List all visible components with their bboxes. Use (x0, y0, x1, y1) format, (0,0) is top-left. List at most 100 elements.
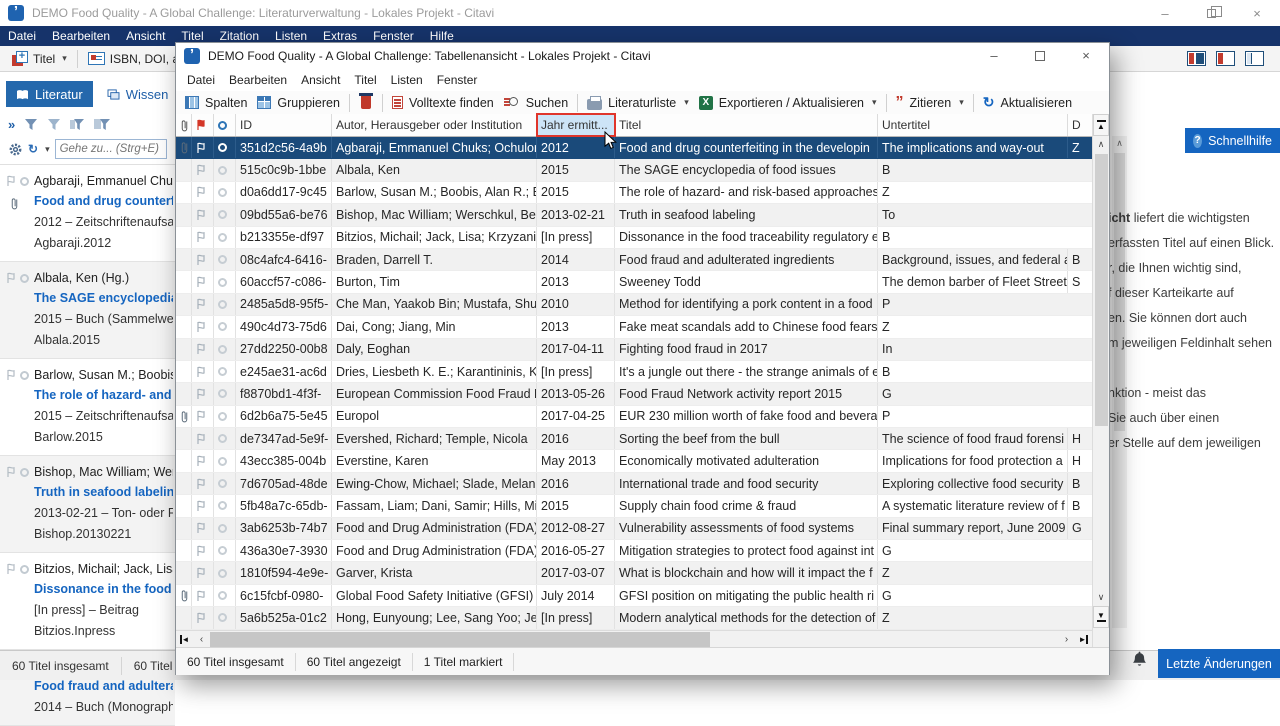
table-row[interactable]: 490c4d73-75d6 Dai, Cong; Jiang, Min 2013… (176, 316, 1109, 338)
suchen-button[interactable]: Suchen (499, 91, 573, 115)
cell-flag[interactable] (192, 271, 214, 292)
reference-list-item[interactable]: Barlow, Susan M.; Boobis, The role of ha… (0, 359, 175, 456)
cell-circle[interactable] (214, 182, 236, 203)
reference-list-item[interactable]: Bishop, Mac William; Wers Truth in seafo… (0, 456, 175, 553)
table-row[interactable]: 60accf57-c086- Burton, Tim 2013 Sweeney … (176, 271, 1109, 293)
cell-circle[interactable] (214, 294, 236, 315)
exportieren-button[interactable]: X Exportieren / Aktualisieren ▾ (694, 91, 882, 115)
table-row[interactable]: 43ecc385-004b Everstine, Karen May 2013 … (176, 450, 1109, 472)
table-row[interactable]: 7d6705ad-48de Ewing-Chow, Michael; Slade… (176, 473, 1109, 495)
cell-flag[interactable] (192, 361, 214, 382)
schnellhilfe-button[interactable]: ? Schnellhilfe (1185, 128, 1280, 153)
menu-item[interactable]: Ansicht (294, 73, 347, 87)
dialog-minimize-button[interactable]: – (971, 43, 1017, 69)
header-id[interactable]: ID (236, 114, 332, 136)
cell-flag[interactable] (192, 383, 214, 404)
header-author[interactable]: Autor, Herausgeber oder Institution (332, 114, 537, 136)
cell-circle[interactable] (214, 383, 236, 404)
spalten-button[interactable]: Spalten (180, 91, 252, 115)
cell-circle[interactable] (214, 204, 236, 225)
table-row[interactable]: e245ae31-ac6d Dries, Liesbeth K. E.; Kar… (176, 361, 1109, 383)
header-circle[interactable] (214, 114, 236, 136)
table-row[interactable]: 1810f594-4e9e- Garver, Krista 2017-03-07… (176, 562, 1109, 584)
reference-list-item[interactable]: Albala, Ken (Hg.) The SAGE encyclopedia … (0, 262, 175, 359)
cell-flag[interactable] (192, 249, 214, 270)
cell-circle[interactable] (214, 361, 236, 382)
titel-button[interactable]: + Titel ▾ (6, 47, 73, 71)
menu-item[interactable]: Datei (0, 26, 44, 46)
reference-title[interactable]: Food and drug counterfe (34, 190, 173, 212)
layout-three-pane-icon[interactable] (1187, 51, 1206, 66)
reference-list-item[interactable]: Bitzios, Michail; Jack, Lisa; Dissonance… (0, 553, 175, 650)
reference-list-item[interactable]: Agbaraji, Emmanuel Chuks Food and drug c… (0, 165, 175, 262)
dialog-close-button[interactable]: × (1063, 43, 1109, 69)
filter-column-icon[interactable] (70, 118, 85, 131)
table-row[interactable]: 436a30e7-3930 Food and Drug Administrati… (176, 540, 1109, 562)
table-row[interactable]: 08c4afc4-6416- Braden, Darrell T. 2014 F… (176, 249, 1109, 271)
scroll-left-button[interactable]: ‹ (193, 631, 210, 648)
cell-flag[interactable] (192, 540, 214, 561)
cell-flag[interactable] (192, 562, 214, 583)
cell-circle[interactable] (214, 339, 236, 360)
tab-literatur[interactable]: Literatur (6, 81, 93, 107)
literaturliste-button[interactable]: Literaturliste ▾ (582, 91, 694, 115)
table-row[interactable]: d0a6dd17-9c45 Barlow, Susan M.; Boobis, … (176, 182, 1109, 204)
cell-flag[interactable] (192, 204, 214, 225)
volltexte-finden-button[interactable]: Volltexte finden (387, 91, 499, 115)
scroll-up-icon[interactable]: ∧ (1112, 136, 1127, 151)
cell-flag[interactable] (192, 495, 214, 516)
table-horizontal-scrollbar[interactable]: ◄ ‹ › ► (176, 630, 1092, 647)
scroll-to-last-button[interactable]: ▼ (1093, 606, 1109, 628)
filter-table-icon[interactable] (94, 118, 110, 131)
table-row[interactable]: b213355e-df97 Bitzios, Michail; Jack, Li… (176, 227, 1109, 249)
cell-flag[interactable] (192, 585, 214, 606)
zitieren-button[interactable]: ” Zitieren ▾ (891, 91, 969, 115)
reference-title[interactable]: Dissonance in the food t (34, 578, 173, 600)
refresh-filter-icon[interactable]: ↻ (28, 142, 38, 156)
menu-item[interactable]: Bearbeiten (44, 26, 118, 46)
table-row[interactable]: 2485a5d8-95f5- Che Man, Yaakob Bin; Must… (176, 294, 1109, 316)
cell-flag[interactable] (192, 182, 214, 203)
main-minimize-button[interactable]: – (1142, 0, 1188, 26)
table-row[interactable]: f8870bd1-4f3f- European Commission Food … (176, 383, 1109, 405)
table-row[interactable]: 5a6b525a-01c2 Hong, Eunyoung; Lee, Sang … (176, 607, 1109, 629)
cell-circle[interactable] (214, 271, 236, 292)
scrollbar-thumb[interactable] (1095, 154, 1108, 426)
cell-flag[interactable] (192, 227, 214, 248)
cell-flag[interactable] (192, 316, 214, 337)
layout-one-pane-icon[interactable] (1245, 51, 1264, 66)
cell-circle[interactable] (214, 585, 236, 606)
header-title[interactable]: Titel (615, 114, 878, 136)
menu-item[interactable]: Titel (347, 73, 383, 87)
cell-circle[interactable] (214, 406, 236, 427)
cell-circle[interactable] (214, 562, 236, 583)
cell-circle[interactable] (214, 540, 236, 561)
gruppieren-button[interactable]: Gruppieren (252, 91, 345, 115)
table-row[interactable]: 3ab6253b-74b7 Food and Drug Administrati… (176, 518, 1109, 540)
cell-flag[interactable] (192, 339, 214, 360)
header-attachment[interactable] (176, 114, 192, 136)
scrollbar-thumb[interactable] (210, 632, 710, 647)
menu-item[interactable]: Ansicht (118, 26, 173, 46)
cell-circle[interactable] (214, 450, 236, 471)
table-row[interactable]: 351d2c56-4a9b Agbaraji, Emmanuel Chuks; … (176, 137, 1109, 159)
goto-input[interactable] (55, 139, 167, 159)
filter-back-icon[interactable] (24, 118, 38, 131)
header-subtitle[interactable]: Untertitel (878, 114, 1068, 136)
notifications-bell-icon[interactable] (1131, 651, 1148, 672)
reference-title[interactable]: Truth in seafood labeling (34, 481, 173, 503)
cell-circle[interactable] (214, 518, 236, 539)
aktualisieren-button[interactable]: ↻ Aktualisieren (978, 91, 1077, 115)
cell-circle[interactable] (214, 159, 236, 180)
header-flag[interactable] (192, 114, 214, 136)
table-row[interactable]: 6d2b6a75-5e45 Europol 2017-04-25 EUR 230… (176, 406, 1109, 428)
scroll-to-first-column-button[interactable]: ◄ (176, 631, 193, 648)
cell-circle[interactable] (214, 495, 236, 516)
menu-item[interactable]: Datei (180, 73, 222, 87)
cell-flag[interactable] (192, 406, 214, 427)
scroll-up-button[interactable]: ∧ (1093, 136, 1109, 153)
main-close-button[interactable]: × (1234, 0, 1280, 26)
cell-flag[interactable] (192, 159, 214, 180)
letzte-aenderungen-button[interactable]: Letzte Änderungen (1158, 649, 1280, 678)
table-row[interactable]: 515c0c9b-1bbe Albala, Ken 2015 The SAGE … (176, 159, 1109, 181)
